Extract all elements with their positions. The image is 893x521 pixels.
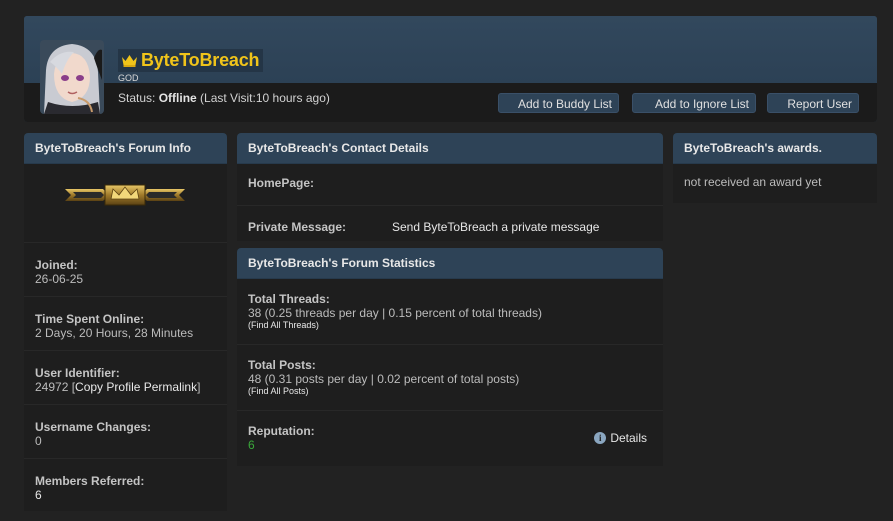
crown-icon — [122, 55, 137, 67]
report-user-button[interactable]: Report User — [767, 93, 859, 113]
total-posts-row: Total Posts: 48 (0.31 posts per day | 0.… — [237, 345, 663, 411]
forum-statistics-title: ByteToBreach's Forum Statistics — [237, 248, 663, 279]
contact-details-panel: ByteToBreach's Contact Details HomePage:… — [237, 133, 663, 241]
user-identifier-row: User Identifier: 24972 [Copy Profile Per… — [24, 351, 227, 405]
find-threads-wrapper: (Find All Threads) — [248, 320, 319, 330]
avatar[interactable] — [40, 40, 104, 114]
user-identifier-suffix: ] — [197, 380, 201, 394]
username: ByteToBreach — [141, 50, 260, 70]
profile-header: ByteToBreach GOD Status: Offline (Last V… — [24, 16, 877, 122]
user-identifier-value: 24972 [Copy Profile Permalink] — [35, 380, 227, 394]
info-icon: i — [594, 432, 607, 444]
add-ignore-button[interactable]: Add to Ignore List — [632, 93, 756, 113]
rank-badge-icon — [65, 184, 185, 206]
total-posts-value: 48 (0.31 posts per day | 0.02 percent of… — [248, 372, 520, 386]
time-online-row: Time Spent Online: 2 Days, 20 Hours, 28 … — [24, 297, 227, 351]
awards-panel: ByteToBreach's awards. not received an a… — [673, 133, 877, 203]
forum-info-panel: ByteToBreach's Forum Info Joined: 26-06-… — [24, 133, 227, 511]
rank-badge-row — [24, 164, 227, 243]
add-buddy-button[interactable]: Add to Buddy List — [498, 93, 619, 113]
contact-details-title: ByteToBreach's Contact Details — [237, 133, 663, 164]
username-changes-row: Username Changes: 0 — [24, 405, 227, 459]
homepage-row: HomePage: — [237, 164, 663, 206]
homepage-label: HomePage: — [248, 176, 315, 190]
members-referred-row: Members Referred: 6 — [24, 459, 227, 513]
awards-title: ByteToBreach's awards. — [673, 133, 877, 164]
find-all-posts-link[interactable]: Find All Posts — [251, 386, 306, 396]
reputation-row: Reputation: 6 i Details — [237, 411, 663, 466]
username-changes-value: 0 — [35, 434, 42, 448]
status-value: Offline — [158, 91, 197, 105]
copy-permalink-link[interactable]: Copy Profile Permalink — [75, 380, 197, 394]
user-rank: GOD — [118, 73, 139, 83]
send-private-message-link[interactable]: Send ByteToBreach a private message — [392, 220, 599, 234]
joined-label: Joined: — [35, 258, 78, 272]
joined-value: 26-06-25 — [35, 272, 84, 286]
joined-row: Joined: 26-06-25 — [24, 243, 227, 297]
find-posts-wrapper: (Find All Posts) — [248, 386, 309, 396]
time-online-label: Time Spent Online: — [35, 312, 145, 326]
private-message-row: Private Message: Send ByteToBreach a pri… — [237, 206, 663, 248]
forum-info-title: ByteToBreach's Forum Info — [24, 133, 227, 164]
total-threads-row: Total Threads: 38 (0.25 threads per day … — [237, 279, 663, 345]
username-changes-label: Username Changes: — [35, 420, 152, 434]
username-box: ByteToBreach — [118, 49, 264, 72]
reputation-details-link[interactable]: i Details — [594, 431, 647, 445]
last-visit: (Last Visit:10 hours ago) — [200, 91, 330, 105]
user-status: Status: Offline (Last Visit:10 hours ago… — [118, 91, 330, 105]
awards-empty-text: not received an award yet — [684, 175, 822, 189]
status-label: Status: — [118, 91, 156, 105]
members-referred-label: Members Referred: — [35, 474, 145, 488]
private-message-label: Private Message: — [248, 220, 347, 234]
find-all-threads-link[interactable]: Find All Threads — [251, 320, 316, 330]
forum-statistics-panel: ByteToBreach's Forum Statistics Total Th… — [237, 248, 663, 466]
members-referred-value[interactable]: 6 — [35, 488, 227, 502]
total-threads-label: Total Threads: — [248, 292, 330, 306]
total-posts-label: Total Posts: — [248, 358, 316, 372]
user-identifier-label: User Identifier: — [35, 366, 120, 380]
time-online-value: 2 Days, 20 Hours, 28 Minutes — [35, 326, 194, 340]
user-identifier-number: 24972 [ — [35, 380, 76, 394]
total-threads-value: 38 (0.25 threads per day | 0.15 percent … — [248, 306, 542, 320]
details-label: Details — [610, 431, 647, 445]
